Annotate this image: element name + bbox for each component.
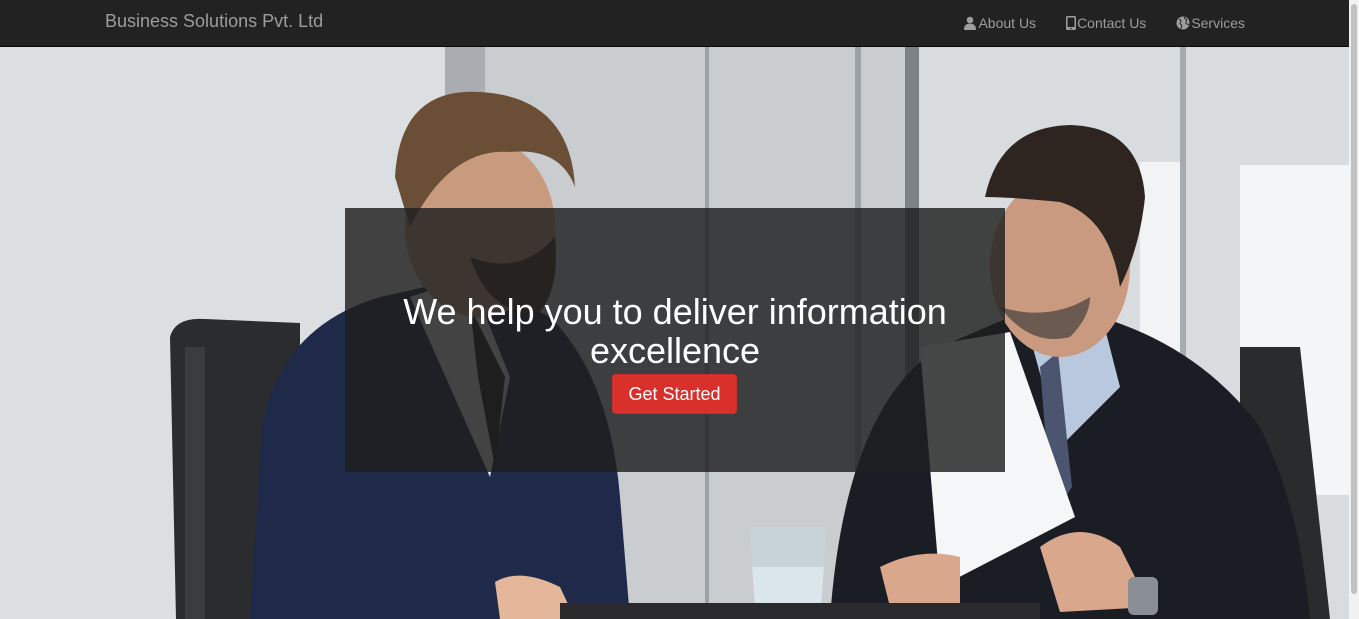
hero-overlay: We help you to deliver information excel… [345, 208, 1005, 472]
nav-link-about[interactable]: About Us [963, 15, 1036, 31]
hero-section: We help you to deliver information excel… [0, 47, 1349, 619]
user-icon [964, 16, 977, 30]
nav-links: About Us Contact Us Services [933, 0, 1245, 46]
hero-headline: We help you to deliver information excel… [403, 291, 947, 371]
globe-icon [1176, 16, 1190, 30]
brand-link[interactable]: Business Solutions Pvt. Ltd [105, 11, 323, 32]
nav-link-about-label: About Us [978, 15, 1037, 31]
phone-icon [1066, 16, 1077, 30]
scrollbar-thumb[interactable] [1351, 4, 1357, 594]
nav-link-services-label: Services [1191, 15, 1245, 31]
get-started-button[interactable]: Get Started [612, 374, 737, 414]
nav-link-contact[interactable]: Contact Us [1066, 15, 1146, 31]
top-navbar: Business Solutions Pvt. Ltd About Us Con… [0, 0, 1359, 47]
nav-link-services[interactable]: Services [1176, 15, 1245, 31]
page-scrollbar[interactable] [1349, 0, 1359, 619]
nav-link-contact-label: Contact Us [1077, 15, 1147, 31]
